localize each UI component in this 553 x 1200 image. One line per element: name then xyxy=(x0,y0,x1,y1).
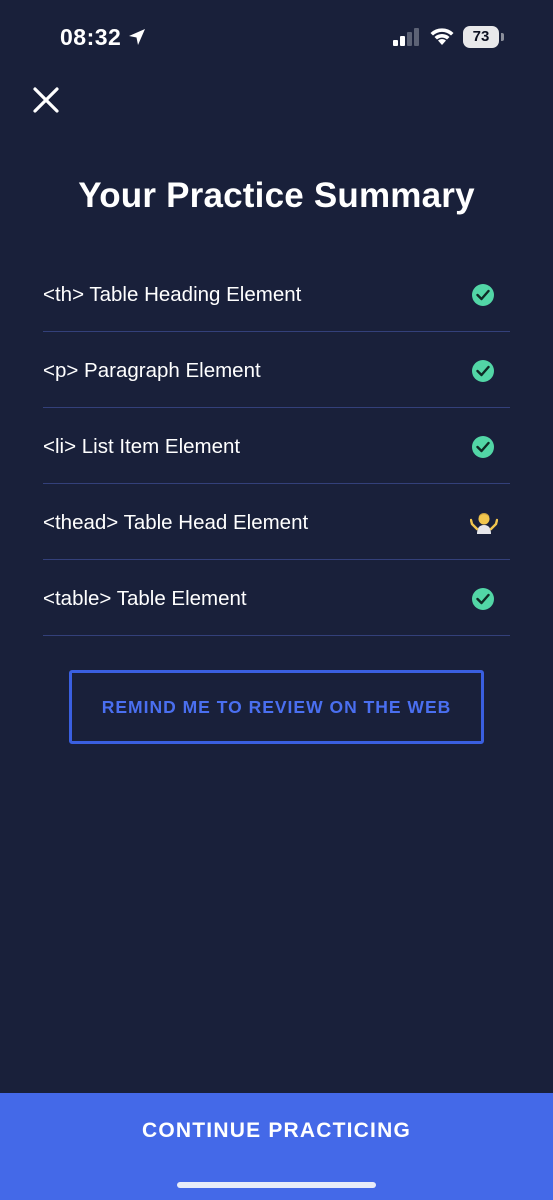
list-item: <li> List Item Element xyxy=(43,408,510,484)
cellular-signal-icon xyxy=(393,28,419,46)
list-item: <thead> Table Head Element xyxy=(43,484,510,560)
list-item-label: <th> Table Heading Element xyxy=(43,283,302,306)
status-bar: 08:32 73 xyxy=(0,0,553,76)
shrug-emoji-icon xyxy=(470,513,498,534)
list-item: <table> Table Element xyxy=(43,560,510,636)
battery-icon: 73 xyxy=(463,26,505,48)
wifi-icon xyxy=(430,28,454,45)
check-circle-icon xyxy=(472,588,494,610)
check-circle-icon xyxy=(472,436,494,458)
location-arrow-icon xyxy=(129,29,145,45)
list-item-label: <thead> Table Head Element xyxy=(43,511,309,534)
list-item: <th> Table Heading Element xyxy=(43,256,510,332)
list-item: <p> Paragraph Element xyxy=(43,332,510,408)
list-item-label: <table> Table Element xyxy=(43,587,247,610)
practice-summary-screen: 08:32 73 Your Practice Summary <th> Tabl… xyxy=(0,0,553,1200)
list-item-label: <li> List Item Element xyxy=(43,435,241,458)
remind-review-button[interactable]: REMIND ME TO REVIEW ON THE WEB xyxy=(69,670,484,744)
check-circle-icon xyxy=(472,284,494,306)
continue-practicing-button[interactable]: CONTINUE PRACTICING xyxy=(0,1093,553,1169)
battery-level: 73 xyxy=(463,26,499,48)
battery-cap xyxy=(501,33,504,41)
list-item-label: <p> Paragraph Element xyxy=(43,359,261,382)
check-circle-icon xyxy=(472,360,494,382)
bottom-action-bar: CONTINUE PRACTICING xyxy=(0,1093,553,1200)
home-indicator[interactable] xyxy=(177,1182,376,1188)
close-icon[interactable] xyxy=(30,84,62,116)
practice-summary-list: <th> Table Heading Element <p> Paragraph… xyxy=(43,256,510,636)
page-title: Your Practice Summary xyxy=(78,176,475,215)
status-time: 08:32 xyxy=(60,24,122,50)
